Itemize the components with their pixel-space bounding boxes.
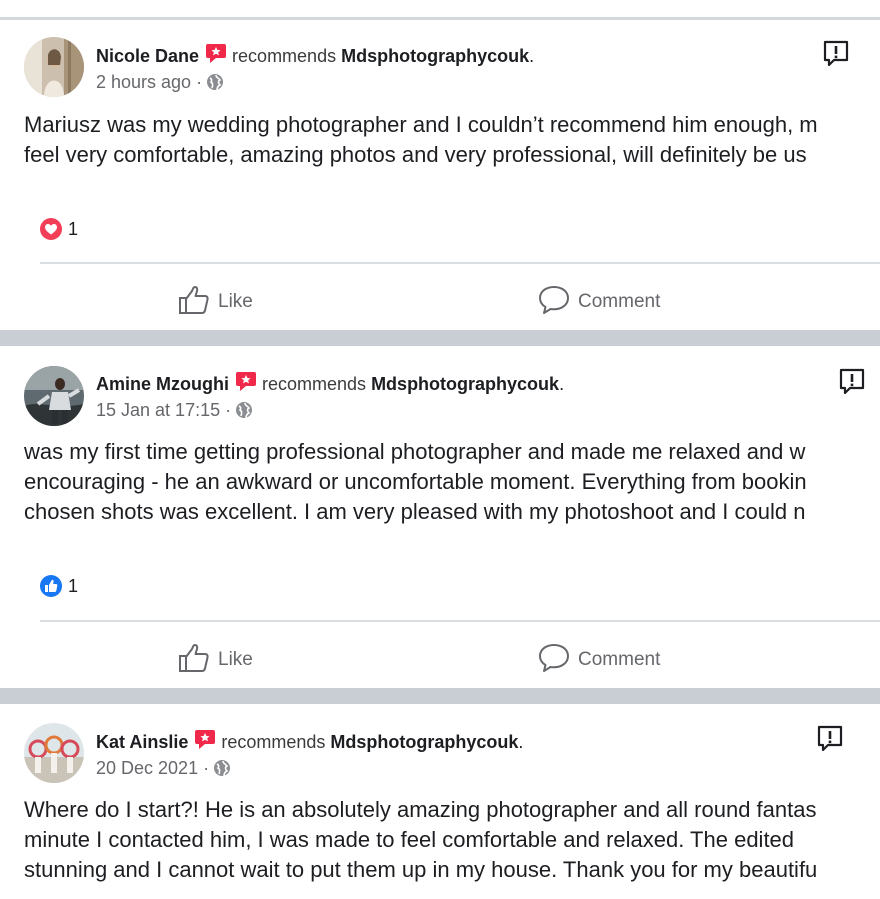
- globe-icon: [235, 401, 253, 424]
- page-name-link[interactable]: Mdsphotographycouk: [341, 46, 529, 66]
- avatar[interactable]: [24, 37, 84, 97]
- period: .: [518, 732, 524, 752]
- period: .: [559, 374, 565, 394]
- comment-bubble-icon: [538, 286, 578, 314]
- like-button[interactable]: Like: [178, 643, 253, 673]
- period: .: [529, 46, 535, 66]
- recommend-badge-icon: [235, 371, 257, 398]
- comment-bubble-icon: [538, 644, 578, 672]
- post-separator: [0, 330, 880, 346]
- page-name-link[interactable]: Mdsphotographycouk: [330, 732, 518, 752]
- review-line: stunning and I cannot wait to put them u…: [24, 857, 818, 882]
- reaction-count: 1: [68, 219, 79, 239]
- post-meta: 15 Jan at 17:15 ·: [96, 399, 253, 424]
- author-name[interactable]: Nicole Dane: [96, 46, 199, 66]
- review-post-2: Amine Mzoughi recommends Mdsphotographyco…: [0, 346, 880, 688]
- post-separator: [0, 688, 880, 704]
- recommends-text: recommends: [221, 732, 326, 752]
- comment-label: Comment: [578, 649, 661, 670]
- review-text: was my first time getting professional p…: [24, 437, 880, 527]
- recommend-badge-icon: [194, 729, 216, 756]
- comment-label: Comment: [578, 291, 661, 312]
- review-line: Where do I start?! He is an absolutely a…: [24, 797, 817, 822]
- avatar[interactable]: [24, 723, 84, 783]
- like-label: Like: [218, 291, 253, 312]
- author-name[interactable]: Amine Mzoughi: [96, 374, 229, 394]
- report-icon[interactable]: [838, 368, 866, 401]
- review-post-1: Nicole Dane recommends Mdsphotographycouk…: [0, 0, 880, 330]
- globe-icon: [206, 73, 224, 96]
- comment-button[interactable]: Comment: [538, 285, 660, 315]
- like-label: Like: [218, 649, 253, 670]
- post-meta: 20 Dec 2021 ·: [96, 757, 231, 782]
- review-line: feel very comfortable, amazing photos an…: [24, 142, 807, 167]
- report-icon[interactable]: [822, 40, 850, 73]
- post-header: Nicole Dane recommends Mdsphotographycouk…: [96, 43, 534, 70]
- timestamp[interactable]: 15 Jan at 17:15 ·: [96, 400, 231, 420]
- review-line: Mariusz was my wedding photographer and …: [24, 112, 818, 137]
- love-reaction-icon: [40, 218, 68, 240]
- comment-button[interactable]: Comment: [538, 643, 660, 673]
- divider: [40, 262, 880, 264]
- like-reaction-icon: [40, 575, 68, 597]
- like-button[interactable]: Like: [178, 285, 253, 315]
- review-text: Mariusz was my wedding photographer and …: [24, 110, 880, 170]
- timestamp[interactable]: 2 hours ago ·: [96, 72, 202, 92]
- globe-icon: [213, 759, 231, 782]
- divider: [40, 620, 880, 622]
- thumbs-up-icon: [178, 286, 218, 314]
- review-line: was my first time getting professional p…: [24, 439, 806, 464]
- recommends-text: recommends: [262, 374, 367, 394]
- post-meta: 2 hours ago ·: [96, 71, 224, 96]
- report-icon[interactable]: [816, 725, 844, 758]
- recommends-text: recommends: [232, 46, 337, 66]
- timestamp[interactable]: 20 Dec 2021 ·: [96, 758, 209, 778]
- post-header: Amine Mzoughi recommends Mdsphotographyco…: [96, 371, 564, 398]
- review-line: encouraging - he an awkward or uncomfort…: [24, 469, 807, 494]
- avatar[interactable]: [24, 366, 84, 426]
- reaction-count: 1: [68, 576, 79, 596]
- review-line: chosen shots was excellent. I am very pl…: [24, 499, 806, 524]
- reaction-summary[interactable]: 1: [40, 218, 78, 240]
- author-name[interactable]: Kat Ainslie: [96, 732, 188, 752]
- post-header: Kat Ainslie recommends Mdsphotographycouk…: [96, 729, 523, 756]
- page-name-link[interactable]: Mdsphotographycouk: [371, 374, 559, 394]
- review-post-3: Kat Ainslie recommends Mdsphotographycouk…: [0, 704, 880, 899]
- thumbs-up-icon: [178, 644, 218, 672]
- recommend-badge-icon: [205, 43, 227, 70]
- review-text: Where do I start?! He is an absolutely a…: [24, 795, 880, 885]
- reaction-summary[interactable]: 1: [40, 575, 78, 597]
- review-line: minute I contacted him, I was made to fe…: [24, 827, 795, 852]
